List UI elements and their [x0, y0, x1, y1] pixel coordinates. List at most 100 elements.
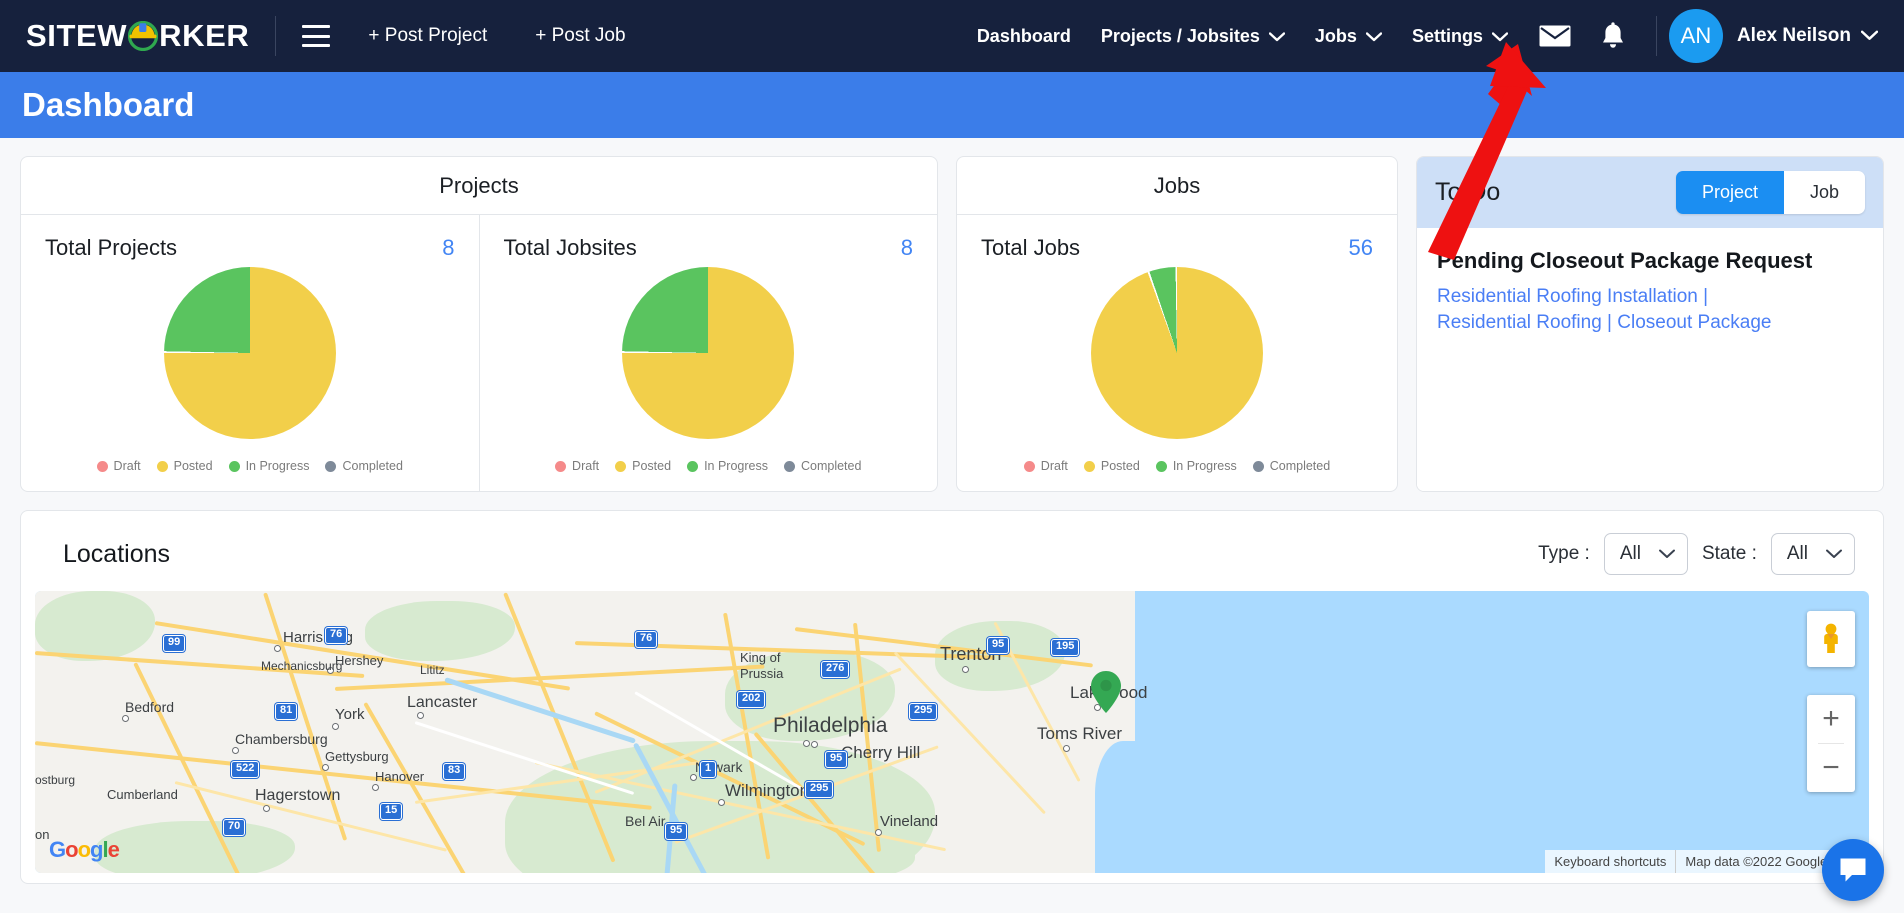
legend-dot-in-progress [1155, 460, 1167, 472]
legend-label-posted: Posted [632, 459, 672, 473]
projects-card-title: Projects [439, 172, 519, 198]
map-zoom-out-button[interactable]: − [1807, 744, 1855, 792]
total-jobsites-panel: Total Jobsites 8 Draft Posted In Progres… [478, 215, 938, 491]
legend-label-completed: Completed [342, 459, 403, 473]
map-zoom-in-button[interactable]: + [1807, 695, 1855, 743]
map-green-area [95, 821, 295, 873]
todo-tab-job[interactable]: Job [1783, 171, 1865, 214]
todo-tab-project[interactable]: Project [1675, 171, 1784, 214]
post-job-button[interactable]: + Post Job [535, 25, 625, 47]
map-city-dot [417, 712, 424, 719]
legend-label-draft: Draft [113, 459, 141, 473]
nav-label-dashboard: Dashboard [976, 25, 1071, 46]
nav-item-jobs[interactable]: Jobs [1315, 26, 1383, 47]
jobs-card-header: Jobs [957, 157, 1397, 215]
nav-label-settings: Settings [1411, 25, 1483, 46]
jobs-panels: Total Jobs 56 Draft Posted In Progress C… [957, 215, 1397, 491]
map-city-dot [962, 666, 969, 673]
todo-toggle-group: Project Job [1675, 171, 1865, 214]
nav-item-projects-jobsites[interactable]: Projects / Jobsites [1100, 25, 1286, 47]
todo-item-link-line1[interactable]: Residential Roofing Installation | [1437, 284, 1863, 310]
legend-label-in-progress: In Progress [1172, 459, 1237, 473]
todo-item-link-line2[interactable]: Residential Roofing | Closeout Package [1437, 310, 1863, 336]
map-highway-shield: 295 [909, 703, 938, 720]
location-marker-icon[interactable] [1090, 670, 1122, 714]
total-projects-header: Total Projects 8 [45, 235, 455, 261]
legend-label-in-progress: In Progress [704, 459, 768, 473]
legend-jobs: Draft Posted In Progress Completed [981, 459, 1373, 473]
legend-item: In Progress [228, 459, 309, 473]
avatar[interactable]: AN [1668, 9, 1723, 63]
map-highway-shield: 522 [231, 761, 260, 778]
bell-icon[interactable] [1600, 22, 1626, 50]
map-city-dot [274, 645, 281, 652]
legend-item: In Progress [1155, 459, 1237, 473]
total-jobs-header: Total Jobs 56 [981, 235, 1373, 261]
hamburger-icon[interactable] [302, 25, 331, 47]
post-project-button[interactable]: + Post Project [368, 25, 487, 47]
state-filter-value: All [1786, 543, 1808, 564]
map-city-dot [263, 805, 270, 812]
jobs-card: Jobs Total Jobs 56 Draft Posted In Progr… [956, 156, 1398, 492]
page-header-bar: Dashboard [0, 72, 1904, 138]
pie-chart-jobsites [622, 267, 795, 439]
nav-item-dashboard[interactable]: Dashboard [977, 26, 1071, 47]
google-logo: Google [49, 837, 120, 862]
legend-item: Posted [615, 459, 671, 473]
map-data-attribution: Map data ©2022 Google [1675, 850, 1837, 873]
nav-label-projects-jobsites: Projects / Jobsites [1100, 25, 1260, 46]
chevron-down-icon [1268, 26, 1286, 47]
chevron-down-icon [1826, 543, 1842, 565]
logo-text-suffix: RKER [159, 18, 250, 53]
map-highway-shield: 81 [275, 703, 298, 720]
map-highway-shield: 276 [821, 661, 850, 678]
chevron-down-icon [1860, 25, 1879, 47]
locations-title: Locations [63, 539, 171, 568]
map-highway-shield: 76 [635, 631, 658, 648]
legend-dot-completed [325, 460, 337, 472]
map-bay [1095, 741, 1165, 873]
locations-card: Locations Type : All State : All Harrisb… [20, 510, 1884, 884]
chat-bubble-icon[interactable] [1822, 839, 1884, 901]
chevron-down-icon [1491, 26, 1509, 47]
map-city-dot [332, 723, 339, 730]
legend-dot-draft [555, 460, 567, 472]
legend-label-completed: Completed [800, 459, 862, 473]
total-projects-panel: Total Projects 8 Draft Posted In Progres… [21, 215, 479, 491]
legend-jobsites: Draft Posted In Progress Completed [504, 459, 914, 473]
type-filter-select[interactable]: All [1603, 533, 1688, 575]
todo-title: To Do [1435, 178, 1501, 206]
map-city-dot [1063, 745, 1070, 752]
map-zoom-controls: + − [1807, 695, 1855, 792]
logo-text-prefix: SITEW [26, 18, 128, 53]
total-jobs-chart [981, 267, 1373, 439]
legend-item: Completed [1252, 459, 1331, 473]
app-logo[interactable]: SITEW RKER [26, 18, 249, 54]
map-attribution-bar: Keyboard shortcuts Map data ©2022 Google… [1545, 850, 1869, 873]
legend-item: In Progress [687, 459, 768, 473]
map-keyboard-shortcuts[interactable]: Keyboard shortcuts [1545, 850, 1676, 873]
legend-dot-posted [615, 460, 627, 472]
locations-filters: Type : All State : All [1538, 533, 1855, 575]
state-filter-select[interactable]: All [1770, 533, 1855, 575]
locations-map[interactable]: Harrisburg Hershey Lititz Mechanicsburg Lanc… [35, 591, 1869, 873]
map-highway-shield: 15 [380, 803, 403, 820]
total-projects-label: Total Projects [45, 235, 178, 260]
map-highway-shield: 295 [805, 781, 834, 798]
navbar-divider-2 [1655, 16, 1657, 56]
legend-dot-posted [1083, 460, 1095, 472]
todo-item-title: Pending Closeout Package Request [1437, 248, 1813, 273]
user-menu[interactable]: Alex Neilson [1737, 25, 1879, 47]
chevron-down-icon [1365, 26, 1383, 47]
legend-label-draft: Draft [1040, 459, 1068, 473]
dashboard-top-row: Projects Total Projects 8 Draft Posted I… [20, 156, 1884, 492]
projects-card: Projects Total Projects 8 Draft Posted I… [20, 156, 938, 492]
map-city-dot [232, 747, 239, 754]
map-city-dot [811, 741, 818, 748]
map-city-dot [372, 784, 379, 791]
map-highway-shield: 70 [223, 819, 246, 836]
street-view-pegman-icon[interactable] [1807, 611, 1855, 667]
nav-item-settings[interactable]: Settings [1411, 25, 1509, 47]
legend-label-completed: Completed [1269, 459, 1331, 473]
mail-icon[interactable] [1538, 23, 1572, 49]
